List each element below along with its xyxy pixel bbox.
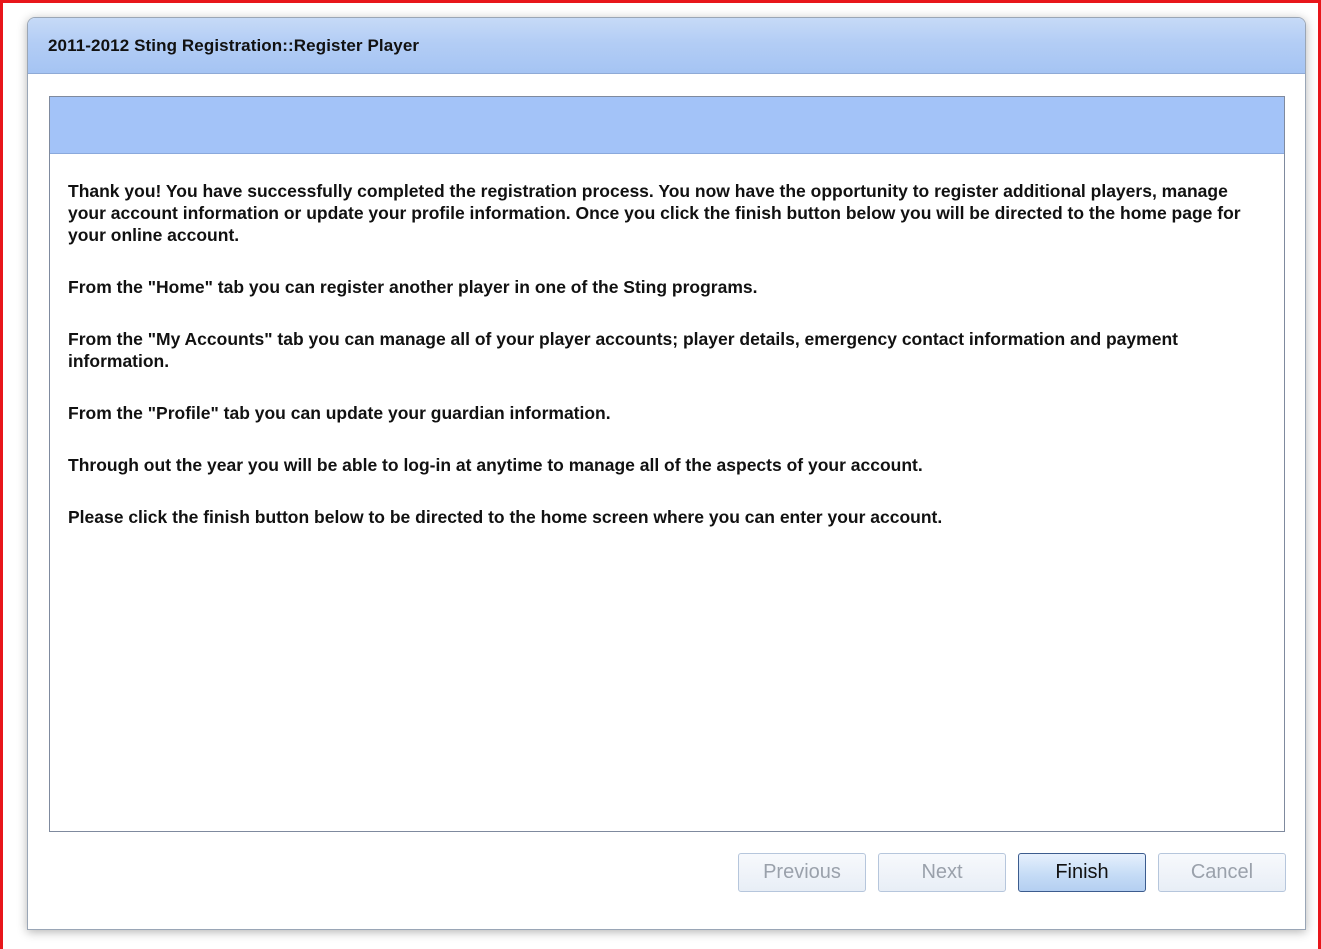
confirmation-paragraph: Thank you! You have successfully complet…: [68, 181, 1241, 245]
dialog-title: 2011-2012 Sting Registration::Register P…: [48, 35, 420, 55]
profile-tab-paragraph: From the "Profile" tab you can update yo…: [68, 403, 611, 423]
panel-header: [50, 97, 1284, 154]
home-tab-paragraph: From the "Home" tab you can register ano…: [68, 277, 758, 297]
dialog-titlebar[interactable]: 2011-2012 Sting Registration::Register P…: [28, 18, 1305, 74]
content-panel: Thank you! You have successfully complet…: [49, 96, 1285, 832]
login-info-paragraph: Through out the year you will be able to…: [68, 455, 923, 475]
finish-button[interactable]: Finish: [1018, 853, 1146, 892]
wizard-button-bar: Previous Next Finish Cancel: [738, 853, 1286, 892]
previous-button[interactable]: Previous: [738, 853, 866, 892]
registration-dialog: 2011-2012 Sting Registration::Register P…: [27, 17, 1306, 930]
next-button[interactable]: Next: [878, 853, 1006, 892]
finish-instruction-paragraph: Please click the finish button below to …: [68, 507, 943, 527]
panel-body: Thank you! You have successfully complet…: [50, 154, 1284, 528]
cancel-button[interactable]: Cancel: [1158, 853, 1286, 892]
my-accounts-tab-paragraph: From the "My Accounts" tab you can manag…: [68, 329, 1178, 371]
